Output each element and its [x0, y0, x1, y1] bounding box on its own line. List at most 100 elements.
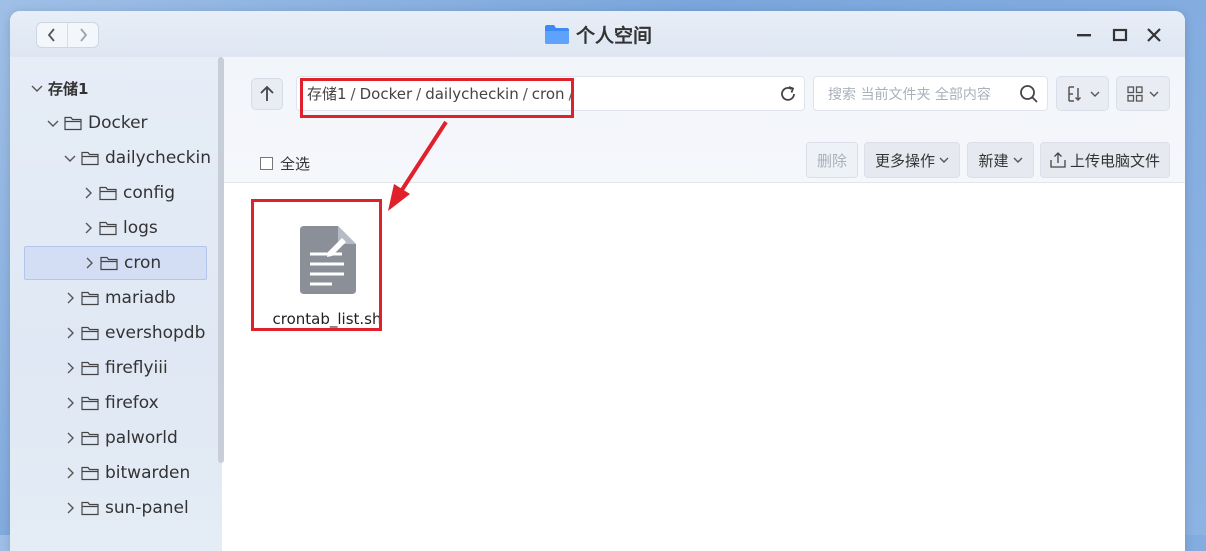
tree-item-palworld[interactable]: palworld: [63, 421, 216, 455]
tree-item-label: sun-panel: [105, 498, 189, 518]
tree-item-bitwarden[interactable]: bitwarden: [63, 456, 216, 490]
tree-item-evershopdb[interactable]: evershopdb: [63, 316, 216, 350]
maximize-button[interactable]: [1110, 25, 1130, 45]
tree-item-logs[interactable]: logs: [81, 211, 216, 245]
upload-label: 上传电脑文件: [1069, 151, 1160, 170]
window-title-text: 个人空间: [576, 24, 653, 47]
chevron-down-icon[interactable]: [63, 151, 77, 165]
folder-outline-icon: [99, 221, 117, 236]
chevron-right-icon[interactable]: [81, 186, 95, 200]
close-button[interactable]: [1144, 25, 1164, 45]
chevron-down-icon: [1090, 91, 1099, 97]
new-button[interactable]: 新建: [967, 142, 1034, 178]
search-input[interactable]: 搜索 当前文件夹 全部内容: [813, 76, 1048, 111]
path-bar[interactable]: 存储1 / Docker / dailycheckin / cron /: [296, 76, 805, 111]
history-nav: [36, 22, 99, 48]
sort-icon: [1067, 85, 1081, 102]
chevron-right-icon[interactable]: [63, 361, 77, 375]
tree-item-label: 存储1: [48, 79, 89, 98]
chevron-down-icon: [939, 157, 949, 163]
arrow-up-icon: [260, 85, 274, 101]
tree-item-label: dailycheckin: [105, 148, 211, 168]
select-all-checkbox[interactable]: 全选: [260, 153, 310, 174]
chevron-right-icon[interactable]: [63, 501, 77, 515]
file-manager-window: 个人空间 存储1 Docker dailycheckin config logs…: [10, 11, 1185, 551]
tree-item-label: firefox: [105, 393, 159, 413]
sort-button[interactable]: [1056, 76, 1109, 111]
breadcrumb-separator: /: [522, 84, 528, 103]
search-icon[interactable]: [1019, 84, 1039, 104]
file-item[interactable]: crontab_list.sh: [264, 212, 390, 339]
upload-button[interactable]: 上传电脑文件: [1040, 142, 1170, 178]
parent-folder-button[interactable]: [251, 78, 283, 110]
breadcrumb-separator: /: [350, 84, 356, 103]
chevron-down-icon: [1149, 91, 1159, 97]
folder-outline-icon: [81, 326, 99, 341]
tree-item-mariadb[interactable]: mariadb: [63, 281, 216, 315]
breadcrumb-separator: /: [416, 84, 422, 103]
chevron-left-icon: [47, 28, 55, 42]
select-all-label: 全选: [280, 155, 311, 173]
folder-outline-icon: [81, 431, 99, 446]
tree-item-dailycheckin[interactable]: dailycheckin: [63, 141, 216, 175]
chevron-right-icon[interactable]: [63, 466, 77, 480]
folder-outline-icon: [99, 186, 117, 201]
tree-item-label: config: [123, 183, 176, 203]
folder-outline-icon: [64, 116, 82, 131]
tree-item-label: logs: [123, 218, 158, 238]
chevron-down-icon[interactable]: [30, 81, 44, 95]
tree-item-firefox[interactable]: firefox: [63, 386, 216, 420]
view-mode-button[interactable]: [1116, 76, 1170, 111]
minimize-icon: [1077, 34, 1091, 37]
back-button[interactable]: [37, 23, 67, 47]
folder-outline-icon: [81, 361, 99, 376]
delete-label: 删除: [816, 151, 847, 170]
breadcrumb-item[interactable]: Docker: [360, 85, 413, 103]
breadcrumb-item[interactable]: 存储1: [307, 83, 347, 104]
delete-button[interactable]: 删除: [806, 142, 858, 178]
tree-item-sun-panel[interactable]: sun-panel: [63, 491, 216, 525]
breadcrumb-item[interactable]: dailycheckin: [425, 85, 519, 103]
tree-item-docker[interactable]: Docker: [46, 106, 216, 140]
folder-icon: [545, 25, 569, 44]
chevron-right-icon[interactable]: [81, 221, 95, 235]
chevron-right-icon[interactable]: [63, 291, 77, 305]
chevron-right-icon[interactable]: [82, 256, 96, 270]
tree-item-label: Docker: [88, 113, 148, 133]
more-actions-button[interactable]: 更多操作: [864, 142, 960, 178]
tree-item-storage1[interactable]: 存储1: [30, 71, 210, 105]
maximize-icon: [1112, 28, 1128, 42]
title-bar: 个人空间: [10, 11, 1185, 57]
text-file-icon: [300, 226, 356, 294]
grid-view-icon: [1127, 85, 1143, 102]
tree-item-cron[interactable]: cron: [24, 246, 207, 280]
minimize-button[interactable]: [1074, 25, 1094, 45]
tree-item-label: fireflyiii: [105, 358, 168, 378]
breadcrumb-separator: /: [568, 84, 574, 103]
folder-outline-icon: [81, 501, 99, 516]
chevron-right-icon[interactable]: [63, 326, 77, 340]
main-toolbar: 存储1 / Docker / dailycheckin / cron / 搜索 …: [224, 57, 1185, 183]
window-title: 个人空间: [544, 20, 652, 48]
file-name: crontab_list.sh: [272, 310, 382, 328]
chevron-down-icon: [1013, 157, 1022, 163]
tree-item-label: cron: [124, 253, 162, 273]
chevron-right-icon[interactable]: [63, 396, 77, 410]
forward-button[interactable]: [67, 23, 98, 47]
folder-outline-icon: [81, 466, 99, 481]
tree-item-fireflyiii[interactable]: fireflyiii: [63, 351, 216, 385]
breadcrumb-item[interactable]: cron: [532, 85, 565, 103]
chevron-down-icon[interactable]: [46, 116, 60, 130]
tree-item-config[interactable]: config: [81, 176, 216, 210]
folder-outline-icon: [100, 256, 118, 271]
folder-outline-icon: [81, 151, 99, 166]
refresh-icon[interactable]: [778, 84, 798, 104]
checkbox-box[interactable]: [260, 157, 273, 170]
search-placeholder: 搜索 当前文件夹 全部内容: [828, 86, 991, 103]
tree-item-label: mariadb: [105, 288, 176, 308]
tree-item-label: palworld: [105, 428, 178, 448]
new-label: 新建: [978, 151, 1009, 170]
chevron-right-icon[interactable]: [63, 431, 77, 445]
folder-outline-icon: [81, 291, 99, 306]
close-icon: [1147, 28, 1161, 42]
